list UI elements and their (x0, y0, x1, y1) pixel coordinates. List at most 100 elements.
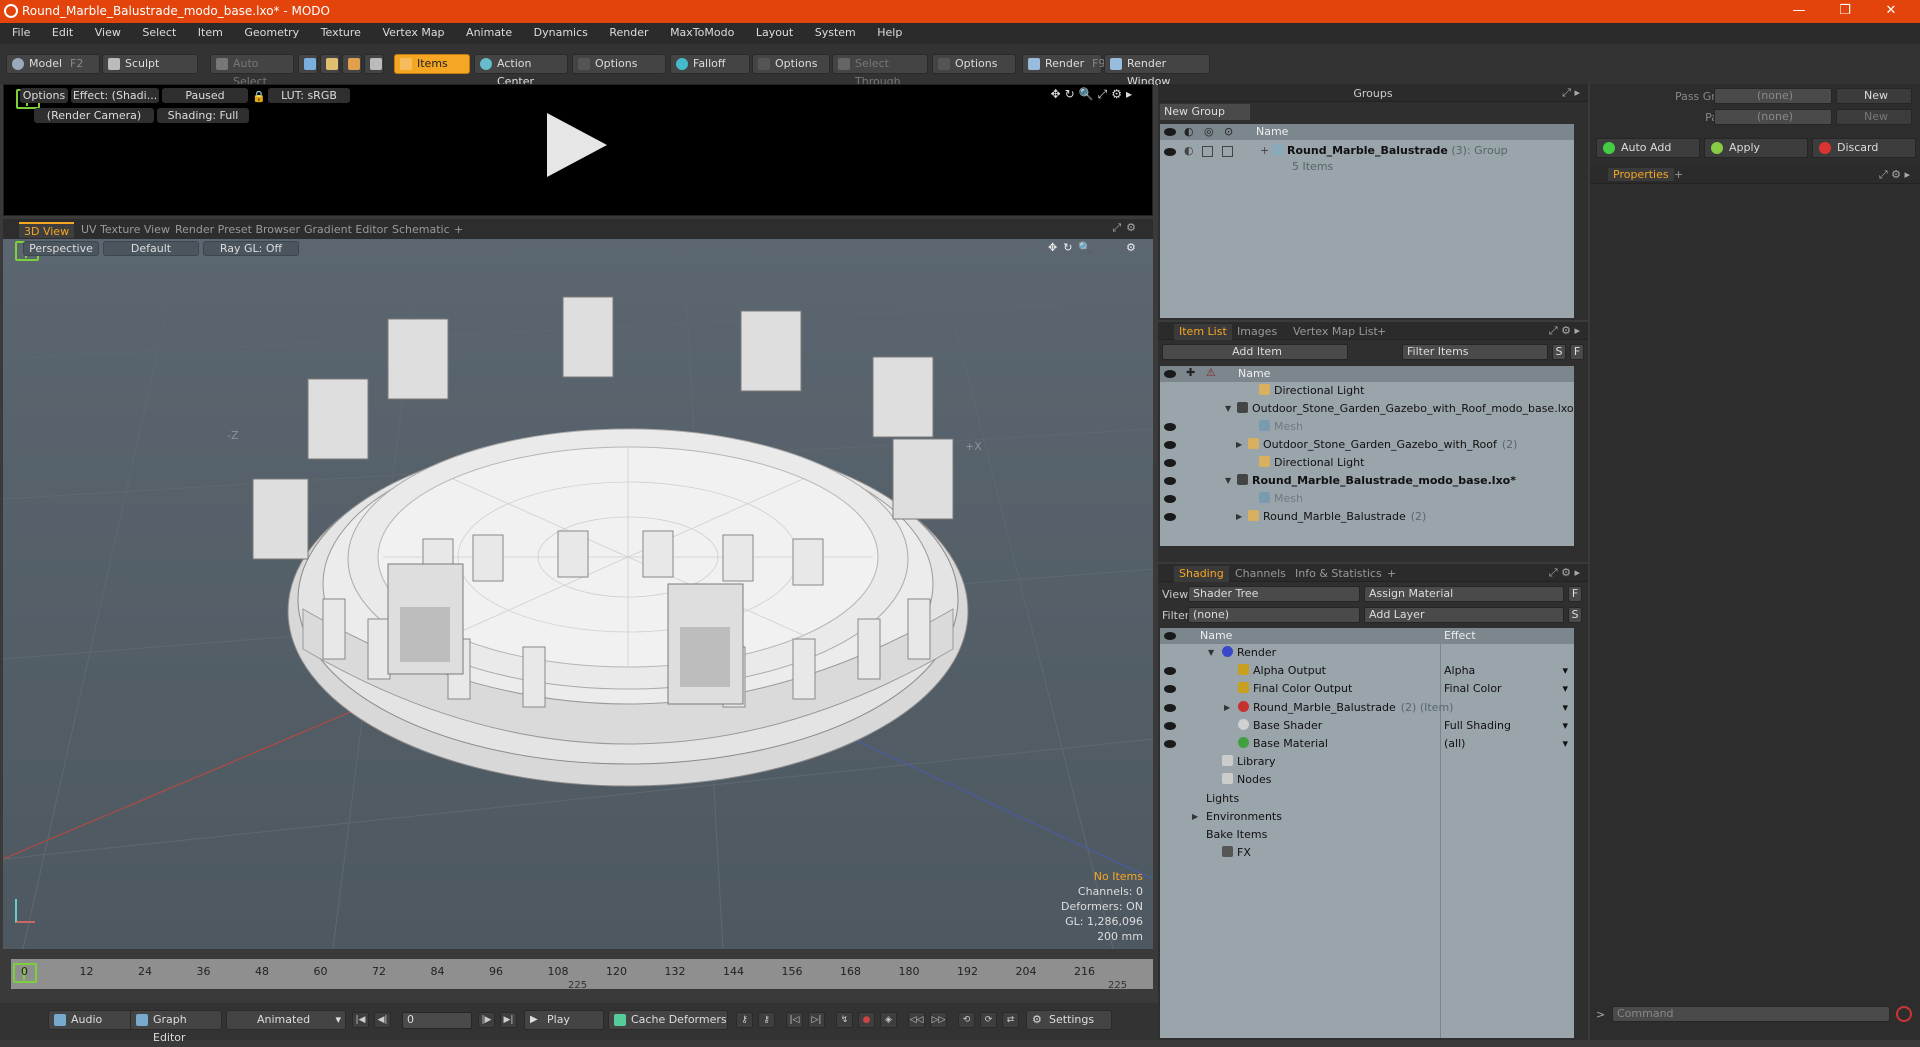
menu-system[interactable]: System (815, 23, 856, 39)
minimize-icon[interactable]: — (1776, 0, 1822, 23)
preview-lut-dropdown[interactable]: LUT: sRGB (268, 88, 350, 103)
select-through-button[interactable]: Select Through (832, 54, 928, 88)
menu-help[interactable]: Help (877, 23, 902, 39)
item-list-row[interactable]: ▼ Round_Marble_Balustrade_modo_base.lxo* (1160, 472, 1574, 490)
shader-tree-row[interactable]: ▶ Round_Marble_Balustrade (2) (Item) ▾ (1160, 699, 1574, 717)
shader-tree-row[interactable]: Base Material (all) ▾ (1160, 735, 1574, 753)
view-dropdown[interactable]: Shader Tree (1188, 586, 1360, 602)
viewport-nav-icons[interactable]: ✥↻🔍 (1048, 241, 1098, 254)
expand-icon[interactable]: ⤢ ⚙ ▸ (1549, 324, 1580, 338)
tab-info-statistics[interactable]: Info & Statistics (1290, 566, 1387, 582)
next-key-icon[interactable]: ▷| (808, 1012, 825, 1028)
render-toggle-icon[interactable]: ◐ (1184, 125, 1194, 138)
preview-effect-dropdown[interactable]: Effect: (Shadi... (71, 88, 159, 103)
eye-icon[interactable] (1164, 632, 1176, 640)
audio-button[interactable]: Audio (48, 1010, 132, 1030)
item-list-row[interactable]: ▼ Outdoor_Stone_Garden_Gazebo_with_Roof_m… (1160, 400, 1574, 418)
select-through-options-button[interactable]: Options (932, 54, 1016, 74)
next-frame-icon[interactable]: |▶ (478, 1012, 495, 1028)
chevron-right-icon[interactable]: ▶ (1192, 808, 1198, 826)
command-input[interactable]: Command (1612, 1006, 1890, 1022)
eye-icon[interactable] (1164, 423, 1176, 431)
key-icon[interactable]: ⚷ (736, 1012, 753, 1028)
item-list-row[interactable]: Mesh (1160, 418, 1574, 436)
tab-uv-texture-view[interactable]: UV Texture View (76, 222, 175, 238)
preview-nav-icons[interactable]: ✥↻🔍⤢⚙▸ (1051, 87, 1136, 102)
animated-dropdown[interactable]: Animated ▾ (226, 1010, 346, 1030)
perspective-dropdown[interactable]: Perspective (23, 241, 99, 256)
play-icon[interactable] (547, 113, 607, 177)
shader-tree-row[interactable]: Base Shader Full Shading ▾ (1160, 717, 1574, 735)
command-stop-icon[interactable] (1896, 1006, 1912, 1022)
eye-icon[interactable] (1164, 667, 1176, 676)
materials-mode-button[interactable] (364, 54, 384, 74)
raygl-dropdown[interactable]: Ray GL: Off (203, 241, 299, 256)
effect-dropdown[interactable]: Alpha ▾ (1444, 662, 1568, 680)
falloff-button[interactable]: Falloff (670, 54, 750, 74)
record-icon[interactable]: ● (858, 1012, 875, 1028)
add-layer-dropdown[interactable]: Add Layer (1364, 607, 1564, 623)
shader-tree-row[interactable]: Final Color Output Final Color ▾ (1160, 680, 1574, 698)
tab-images[interactable]: Images (1232, 324, 1282, 340)
lock-checkbox[interactable] (1202, 146, 1213, 157)
eye-icon[interactable] (1164, 148, 1176, 156)
eye-icon[interactable] (1164, 740, 1176, 748)
item-list-row[interactable]: ▶ Round_Marble_Balustrade (2) (1160, 508, 1574, 526)
search-s-button[interactable]: S (1552, 344, 1566, 360)
eye-icon[interactable] (1164, 128, 1176, 136)
close-icon[interactable]: ✕ (1868, 0, 1914, 23)
menu-file[interactable]: File (12, 23, 30, 39)
add-tab-button[interactable]: + (1674, 168, 1683, 181)
tab-vertex-map-list[interactable]: Vertex Map List (1288, 324, 1383, 340)
auto-select-button[interactable]: Auto Select (210, 54, 294, 88)
effect-dropdown[interactable]: Full Shading ▾ (1444, 717, 1568, 735)
tab-gradient-editor[interactable]: Gradient Editor (299, 222, 393, 238)
eye-icon[interactable] (1164, 721, 1176, 730)
item-list-row[interactable]: ▶ Outdoor_Stone_Garden_Gazebo_with_Roof (2… (1160, 436, 1574, 454)
eye-icon[interactable] (1164, 703, 1176, 712)
filter-s-button[interactable]: S (1568, 607, 1582, 623)
expand-plus-icon[interactable]: + (1260, 144, 1269, 157)
effect-dropdown[interactable]: Final Color ▾ (1444, 680, 1568, 698)
last-frame-icon[interactable]: ▶| (500, 1012, 517, 1028)
new-pass-group-button[interactable]: New (1836, 88, 1912, 104)
chevron-right-icon[interactable]: ▶ (1224, 699, 1230, 717)
shader-tree-row[interactable]: Bake Items (1160, 826, 1574, 844)
groups-table[interactable]: ◐ ◎ ⊙ Name ◐ + Round_Marble_Balustrade (… (1160, 124, 1574, 318)
preview-paused-button[interactable]: Paused (162, 88, 248, 103)
preview-options-button[interactable]: Options (20, 88, 68, 103)
action-center-options-button[interactable]: Options (572, 54, 666, 74)
filter-dropdown[interactable]: (none) (1188, 607, 1360, 623)
preview-camera-dropdown[interactable]: (Render Camera) (34, 108, 154, 123)
prev-frame-icon[interactable]: ◀| (374, 1012, 391, 1028)
vertices-mode-button[interactable] (298, 54, 318, 74)
tab-bar-icons[interactable]: ⤢⚙ (1112, 221, 1141, 235)
restore-icon[interactable]: ❐ (1822, 0, 1868, 23)
step-forward-icon[interactable]: ▷▷ (930, 1012, 947, 1028)
chevron-right-icon[interactable]: ▶ (1236, 508, 1242, 526)
shader-tree-row[interactable]: ▼ Render (1160, 644, 1574, 662)
select-checkbox[interactable] (1222, 146, 1233, 157)
menu-view[interactable]: View (95, 23, 121, 39)
expand-icon[interactable]: ⤢ ⚙ ▸ (1549, 566, 1580, 580)
viewport-style-dropdown[interactable]: Default (103, 241, 199, 256)
bounce-icon[interactable]: ⟳ (980, 1012, 997, 1028)
eye-icon[interactable] (1164, 685, 1176, 694)
render-preview[interactable]: Options Effect: (Shadi... Paused 🔒 LUT: … (3, 84, 1153, 216)
eye-icon[interactable] (1164, 477, 1176, 485)
render-button[interactable]: Render F9 (1022, 54, 1106, 74)
menu-layout[interactable]: Layout (756, 23, 793, 39)
menu-render[interactable]: Render (609, 23, 648, 39)
first-frame-icon[interactable]: |◀ (352, 1012, 369, 1028)
menu-texture[interactable]: Texture (321, 23, 361, 39)
group-row[interactable]: ◐ + Round_Marble_Balustrade (3): Group 5… (1160, 142, 1574, 178)
polygons-mode-button[interactable] (342, 54, 362, 74)
new-pass-button[interactable]: New (1836, 109, 1912, 125)
lock-column-icon[interactable]: ◎ (1204, 125, 1214, 138)
render-toggle-icon[interactable]: ◐ (1184, 144, 1194, 157)
chevron-right-icon[interactable]: ▶ (1236, 436, 1242, 454)
search-f-button[interactable]: F (1570, 344, 1584, 360)
falloff-options-button[interactable]: Options (752, 54, 830, 74)
play-button[interactable]: ▶ Play (524, 1010, 604, 1030)
cache-deformers-button[interactable]: Cache Deformers (608, 1010, 728, 1030)
